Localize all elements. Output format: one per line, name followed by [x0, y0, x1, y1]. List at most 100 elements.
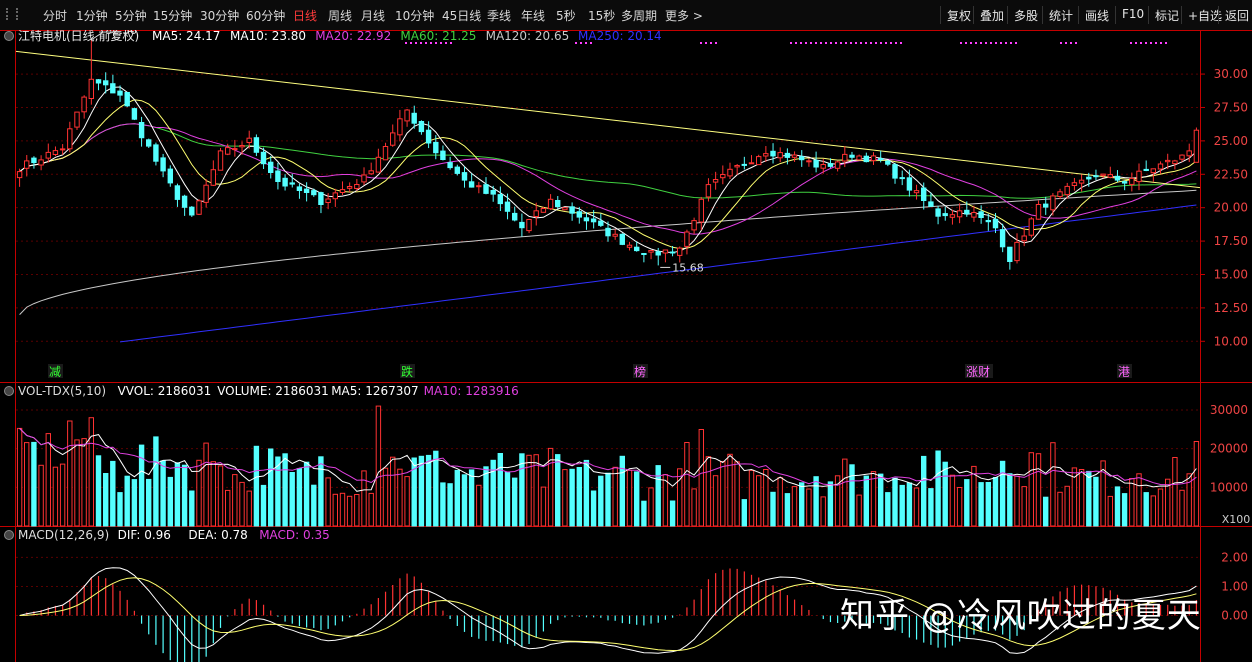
volume-bar	[1021, 486, 1027, 527]
volume-bar	[332, 493, 339, 527]
candle-body	[892, 164, 898, 179]
tool-button-6[interactable]: 标记	[1151, 5, 1183, 26]
candle-body	[827, 163, 834, 167]
candle-body	[533, 210, 539, 218]
tool-button-4[interactable]: 画线	[1081, 5, 1113, 26]
candle-body	[146, 139, 152, 147]
kline-chart[interactable]: 30.00 27.50 25.00 22.50 20.00 17.50 15.00 12.50…	[0, 30, 1252, 662]
volume-bar	[303, 461, 310, 527]
candle-body	[756, 156, 762, 166]
period-tab-3[interactable]: 15分钟	[153, 7, 192, 24]
panel-menu-icon[interactable]	[4, 386, 14, 396]
candle-body	[1050, 195, 1056, 211]
volume-bar	[999, 460, 1006, 527]
candle-body	[246, 137, 252, 143]
legend-item: MA20: 22.92	[315, 30, 391, 43]
volume-bar	[504, 471, 511, 527]
candle-body	[225, 147, 231, 155]
period-tab-12[interactable]: 年线	[521, 7, 545, 24]
tool-separator	[1007, 6, 1008, 24]
volume-bar	[648, 487, 654, 527]
period-tab-13[interactable]: 5秒	[556, 7, 576, 24]
candle-body	[490, 190, 496, 195]
candle-body	[1057, 191, 1063, 198]
tool-button-1[interactable]: 叠加	[976, 5, 1008, 26]
tool-button-2[interactable]: 多股	[1010, 5, 1042, 26]
legend-item: MA60: 21.25	[400, 30, 476, 43]
period-tab-7[interactable]: 周线	[328, 7, 352, 24]
legend-title: 江特电机(日线,前复权)	[18, 30, 139, 43]
period-tab-11[interactable]: 季线	[487, 7, 511, 24]
candle-body	[1157, 163, 1164, 170]
candle-body	[576, 211, 582, 218]
tool-separator	[1078, 6, 1079, 24]
volume-bar	[906, 482, 913, 527]
candle-body	[153, 144, 159, 162]
period-tab-4[interactable]: 30分钟	[200, 7, 239, 24]
period-tab-16[interactable]: 更多 >	[665, 7, 703, 24]
candle-body	[720, 174, 726, 179]
candle-body	[569, 206, 575, 214]
price-tick-label: 12.50	[1214, 301, 1248, 315]
volume-bar	[189, 490, 195, 527]
candle-body	[641, 253, 647, 255]
volume-bar	[770, 491, 776, 527]
legend-item: VOL-TDX(5,10)	[18, 384, 106, 398]
event-marker[interactable]: 涨财	[966, 364, 990, 379]
candle-body	[468, 181, 475, 188]
period-tab-15[interactable]: 多周期	[621, 7, 657, 24]
panel-menu-icon[interactable]	[4, 530, 14, 540]
toolbar-grip[interactable]	[6, 8, 18, 20]
event-marker[interactable]: 跌	[401, 364, 413, 379]
volume-tick-label: 10000	[1210, 480, 1248, 494]
period-tab-9[interactable]: 10分钟	[395, 7, 434, 24]
candle-body	[447, 162, 453, 169]
candle-body	[296, 186, 303, 191]
event-marker[interactable]: 港	[1118, 365, 1130, 379]
volume-bar	[799, 482, 805, 527]
period-tab-6[interactable]: 日线	[293, 7, 317, 24]
signal-dot	[870, 42, 872, 44]
signal-dot	[865, 42, 867, 44]
candle-body	[196, 200, 202, 215]
volume-bar	[418, 455, 425, 527]
candle-body	[418, 121, 425, 133]
period-tab-10[interactable]: 45日线	[442, 7, 481, 24]
period-tab-2[interactable]: 5分钟	[115, 7, 147, 24]
volume-bar	[375, 405, 382, 527]
event-marker[interactable]: 减	[49, 365, 61, 379]
tool-button-8[interactable]: 返回	[1221, 5, 1252, 26]
tool-button-5[interactable]: F10	[1118, 5, 1148, 23]
signal-dot	[700, 42, 702, 44]
volume-bar	[117, 492, 123, 527]
event-marker[interactable]: 榜	[634, 364, 646, 379]
period-tab-5[interactable]: 60分钟	[246, 7, 285, 24]
candle-body	[289, 182, 295, 185]
panel-menu-icon[interactable]	[4, 31, 14, 41]
candle-body	[878, 158, 884, 161]
volume-bar	[203, 442, 209, 527]
macd-tick-label: 0.00	[1221, 609, 1248, 623]
period-tab-8[interactable]: 月线	[361, 7, 385, 24]
tool-button-7[interactable]: +自选	[1184, 5, 1226, 26]
volume-bar	[555, 454, 561, 527]
volume-bar	[562, 469, 568, 527]
volume-bar	[339, 492, 346, 527]
candle-body	[612, 233, 618, 237]
volume-bar	[181, 464, 188, 527]
tool-button-3[interactable]: 统计	[1045, 5, 1077, 26]
period-tab-1[interactable]: 1分钟	[76, 7, 108, 24]
signal-dot	[995, 42, 997, 44]
volume-bar	[404, 476, 410, 527]
signal-dot	[1160, 42, 1162, 44]
candle-body	[526, 219, 532, 232]
candle-body	[748, 162, 755, 165]
period-tab-14[interactable]: 15秒	[588, 7, 615, 24]
volume-bar	[899, 484, 905, 527]
candle-body	[1193, 129, 1200, 163]
tool-button-0[interactable]: 复权	[943, 5, 975, 26]
candle-body	[268, 161, 274, 173]
candle-body	[540, 208, 547, 213]
candle-body	[346, 186, 353, 189]
period-tab-0[interactable]: 分时	[43, 7, 67, 24]
